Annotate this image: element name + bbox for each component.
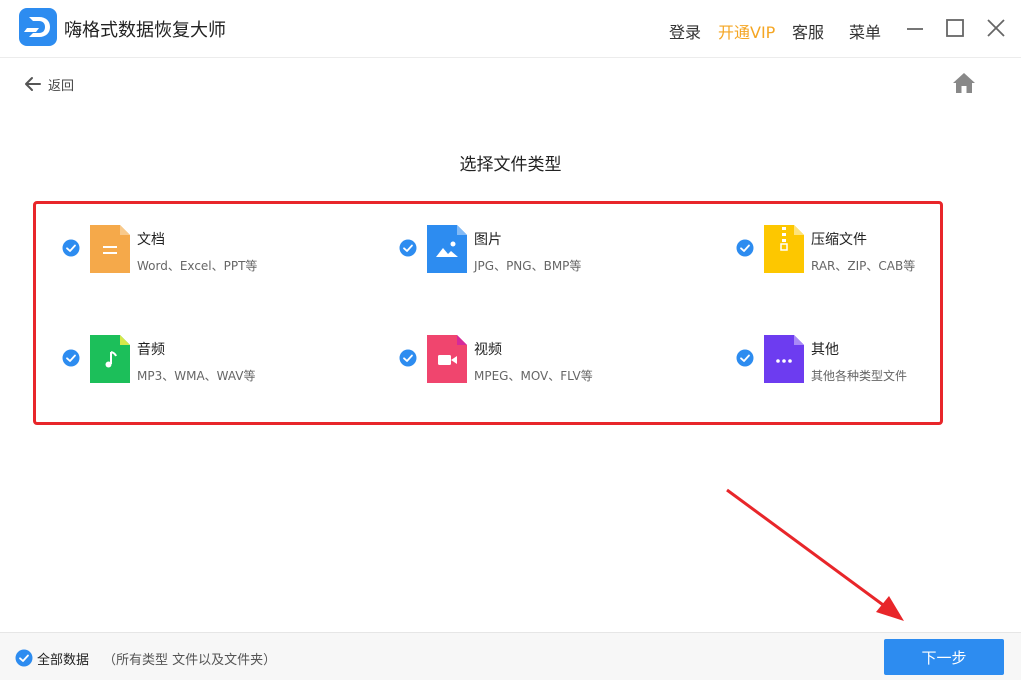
close-button[interactable] [984, 16, 1008, 40]
file-type-audio[interactable]: 音频 MP3、WMA、WAV等 [62, 335, 362, 391]
check-circle-icon[interactable] [62, 349, 80, 367]
file-type-other[interactable]: 其他 其他各种类型文件 [736, 335, 1021, 391]
file-type-image[interactable]: 图片 JPG、PNG、BMP等 [399, 225, 699, 281]
file-type-desc: Word、Excel、PPT等 [137, 259, 258, 273]
select-all-checkbox[interactable] [15, 649, 33, 667]
document-icon [90, 225, 130, 273]
check-circle-icon[interactable] [62, 239, 80, 257]
maximize-button[interactable] [943, 16, 967, 40]
check-circle-icon[interactable] [399, 349, 417, 367]
file-type-desc: JPG、PNG、BMP等 [474, 259, 582, 273]
file-type-desc: RAR、ZIP、CAB等 [811, 259, 916, 273]
next-step-button[interactable]: 下一步 [884, 639, 1004, 675]
file-type-desc: MP3、WMA、WAV等 [137, 369, 256, 383]
login-link[interactable]: 登录 [669, 19, 701, 43]
archive-icon [764, 225, 804, 273]
file-type-name: 视频 [474, 342, 502, 358]
file-type-archive[interactable]: 压缩文件 RAR、ZIP、CAB等 [736, 225, 1021, 281]
video-icon [427, 335, 467, 383]
vip-link[interactable]: 开通VIP [718, 19, 775, 43]
file-type-name: 音频 [137, 342, 165, 358]
home-icon[interactable] [952, 72, 976, 94]
file-type-document[interactable]: 文档 Word、Excel、PPT等 [62, 225, 362, 281]
file-type-name: 文档 [137, 232, 165, 248]
select-all-label[interactable]: 全部数据 [37, 649, 89, 668]
file-type-name: 图片 [474, 232, 502, 248]
check-circle-icon[interactable] [736, 349, 754, 367]
bottom-bar: 全部数据 （所有类型 文件以及文件夹） 下一步 [0, 632, 1021, 680]
audio-icon [90, 335, 130, 383]
minimize-button[interactable] [903, 16, 927, 40]
page-title: 选择文件类型 [459, 155, 562, 175]
file-type-desc: MPEG、MOV、FLV等 [474, 369, 593, 383]
service-link[interactable]: 客服 [792, 19, 824, 43]
image-icon [427, 225, 467, 273]
title-bar: 嗨格式数据恢复大师 登录 开通VIP 客服 菜单 [0, 0, 1021, 58]
menu-link[interactable]: 菜单 [849, 19, 881, 43]
app-title: 嗨格式数据恢复大师 [64, 20, 226, 41]
app-logo-icon [19, 8, 57, 46]
file-type-name: 其他 [811, 342, 839, 358]
check-circle-icon[interactable] [736, 239, 754, 257]
arrow-left-icon [25, 77, 41, 91]
back-label: 返回 [48, 78, 75, 94]
file-type-desc: 其他各种类型文件 [811, 369, 908, 383]
other-icon [764, 335, 804, 383]
check-circle-icon[interactable] [399, 239, 417, 257]
select-all-desc: （所有类型 文件以及文件夹） [103, 653, 277, 668]
back-button[interactable]: 返回 [24, 74, 74, 94]
file-type-video[interactable]: 视频 MPEG、MOV、FLV等 [399, 335, 699, 391]
file-type-name: 压缩文件 [811, 232, 867, 248]
